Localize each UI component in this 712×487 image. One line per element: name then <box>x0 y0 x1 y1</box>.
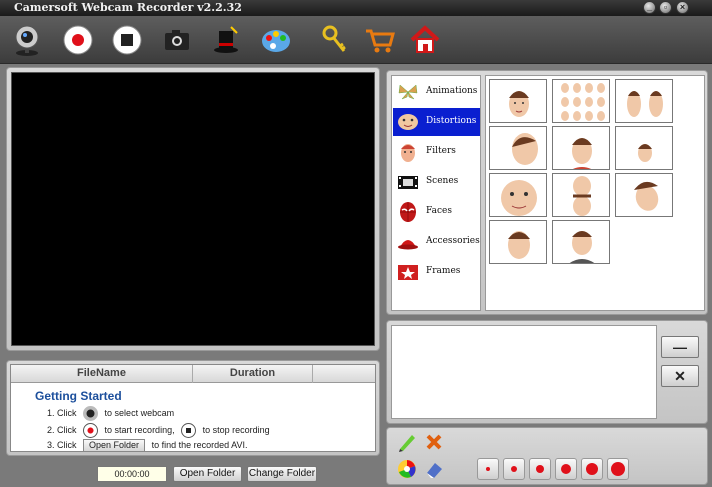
category-frames-label: Frames <box>426 266 461 276</box>
effects-panel: Animations Distortions Filters Scenes Fa… <box>386 70 708 315</box>
stop-small-icon <box>181 423 197 439</box>
brush-size-5[interactable] <box>581 458 603 480</box>
category-accessories-label: Accessories <box>426 236 480 246</box>
mask-face-icon <box>400 202 416 222</box>
getting-started-heading: Getting Started <box>35 389 122 403</box>
restore-button[interactable]: ▫ <box>659 1 672 14</box>
magic-hat-icon[interactable] <box>209 23 243 57</box>
drawing-tools-panel <box>386 427 708 485</box>
palette-icon[interactable] <box>259 23 293 57</box>
brush-size-4[interactable] <box>555 458 577 480</box>
category-faces-label: Faces <box>426 206 452 216</box>
properties-panel: — ✕ <box>386 320 708 424</box>
step-1-suffix: to select webcam <box>104 408 175 418</box>
clear-drawing-icon[interactable] <box>423 431 445 453</box>
effect-thumbnail[interactable] <box>489 173 547 217</box>
category-scenes-label: Scenes <box>426 176 459 186</box>
recording-time: 00:00:00 <box>97 466 167 482</box>
effect-thumbnail[interactable] <box>552 173 610 217</box>
face-filter-icon <box>401 144 415 162</box>
home-icon[interactable] <box>408 23 442 57</box>
category-animations[interactable]: Animations <box>393 78 480 106</box>
file-list[interactable]: FileName Duration Getting Started 1. Cli… <box>10 364 376 452</box>
category-frames[interactable]: Frames <box>393 258 480 286</box>
webcam-small-icon <box>83 406 99 422</box>
window-title: Camersoft Webcam Recorder v2.2.32 <box>14 1 242 14</box>
category-distortions[interactable]: Distortions <box>393 108 480 136</box>
film-scene-icon <box>398 176 418 189</box>
step-3: 3. Click Open Folder to find the recorde… <box>47 437 248 451</box>
category-filters[interactable]: Filters <box>393 138 480 166</box>
butterfly-icon <box>398 84 418 100</box>
effect-thumbnail[interactable] <box>552 220 610 264</box>
step-2-prefix: 2. Click <box>47 425 77 435</box>
change-folder-button[interactable]: Change Folder <box>247 466 317 482</box>
distorted-face-icon <box>398 114 418 130</box>
column-duration[interactable]: Duration <box>193 365 313 383</box>
step-2-middle: to start recording, <box>104 425 175 435</box>
video-preview[interactable] <box>11 72 375 346</box>
effect-thumbnail[interactable] <box>615 79 673 123</box>
keys-icon[interactable] <box>318 23 352 57</box>
open-folder-button[interactable]: Open Folder <box>173 466 242 482</box>
brush-size-1[interactable] <box>477 458 499 480</box>
clear-effects-button[interactable]: ✕ <box>661 365 699 387</box>
step-2: 2. Click to start recording, to stop rec… <box>47 422 270 439</box>
cart-icon[interactable] <box>363 23 397 57</box>
file-list-panel: FileName Duration Getting Started 1. Cli… <box>6 360 380 456</box>
camera-icon[interactable] <box>160 23 194 57</box>
step-3-open-folder-button[interactable]: Open Folder <box>83 439 146 451</box>
effect-categories: Animations Distortions Filters Scenes Fa… <box>391 75 481 311</box>
close-button[interactable]: × <box>676 1 689 14</box>
category-scenes[interactable]: Scenes <box>393 168 480 196</box>
category-filters-label: Filters <box>426 146 456 156</box>
minimize-button[interactable]: _ <box>643 1 656 14</box>
record-icon[interactable] <box>61 23 95 57</box>
effect-thumbnail[interactable] <box>489 220 547 264</box>
category-distortions-label: Distortions <box>426 116 477 126</box>
file-list-header: FileName Duration <box>11 365 375 383</box>
record-small-icon <box>83 423 99 439</box>
eraser-icon[interactable] <box>423 458 445 480</box>
category-animations-label: Animations <box>426 86 478 96</box>
effect-thumbnail[interactable] <box>489 126 547 170</box>
step-1-prefix: 1. Click <box>47 408 77 418</box>
brush-size-3[interactable] <box>529 458 551 480</box>
effect-thumbnail[interactable] <box>615 173 673 217</box>
effect-thumbnail[interactable] <box>615 126 673 170</box>
color-wheel-icon[interactable] <box>396 458 418 480</box>
category-accessories[interactable]: Accessories <box>393 228 480 256</box>
effect-thumbnail[interactable] <box>489 79 547 123</box>
properties-box[interactable] <box>391 325 657 419</box>
effect-thumbnail[interactable] <box>552 79 610 123</box>
step-1: 1. Click to select webcam <box>47 405 175 422</box>
star-frame-icon <box>398 265 418 280</box>
category-faces[interactable]: Faces <box>393 198 480 226</box>
step-3-prefix: 3. Click <box>47 440 77 450</box>
hat-icon <box>398 240 418 250</box>
remove-effect-button[interactable]: — <box>661 336 699 358</box>
title-bar: Camersoft Webcam Recorder v2.2.32 _ ▫ × <box>0 0 712 16</box>
step-2-suffix: to stop recording <box>202 425 270 435</box>
column-filename[interactable]: FileName <box>11 365 193 383</box>
pencil-icon[interactable] <box>396 431 418 453</box>
video-panel <box>6 67 380 351</box>
step-3-suffix: to find the recorded AVI. <box>151 440 248 450</box>
brush-size-6[interactable] <box>607 458 629 480</box>
brush-size-2[interactable] <box>503 458 525 480</box>
toolbar <box>0 16 712 64</box>
webcam-icon[interactable] <box>10 23 44 57</box>
effect-thumbnails <box>485 75 705 311</box>
effect-thumbnail[interactable] <box>552 126 610 170</box>
stop-icon[interactable] <box>110 23 144 57</box>
